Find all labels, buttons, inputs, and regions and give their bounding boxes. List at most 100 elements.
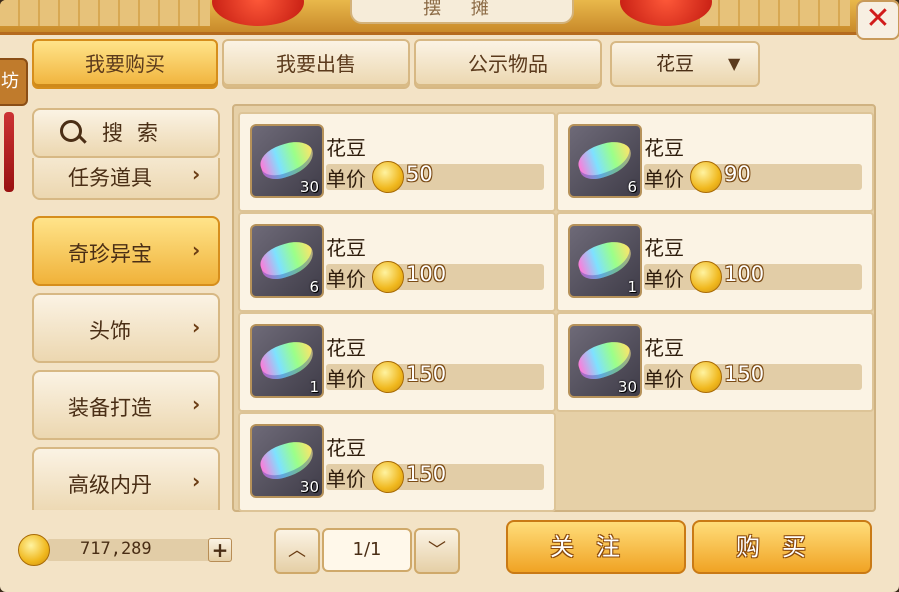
tab-sell[interactable]: 我要出售 bbox=[222, 39, 410, 89]
item-thumbnail: 1 bbox=[568, 224, 642, 298]
bean-icon bbox=[256, 436, 318, 484]
price-label: 单价 bbox=[644, 167, 684, 191]
listings-grid: 30 花豆 单价 50 6 花豆 单价 90 6 花豆 单价 100 1 花豆 单价 1… bbox=[232, 104, 876, 512]
bean-icon bbox=[256, 236, 318, 284]
chevron-right-icon: › bbox=[192, 315, 201, 339]
chevron-right-icon: › bbox=[192, 392, 201, 416]
category-list[interactable]: 任务道具 › 奇珍异宝 › 头饰 › 装备打造 › 高级内丹 › bbox=[30, 158, 222, 510]
item-name: 花豆 bbox=[644, 236, 684, 260]
caret-down-icon: ▼ bbox=[728, 54, 741, 73]
coin-icon bbox=[18, 534, 50, 566]
item-quantity: 6 bbox=[627, 178, 637, 196]
follow-button[interactable]: 关注 bbox=[506, 520, 686, 574]
price-value: 100 bbox=[724, 262, 765, 286]
coin-icon bbox=[372, 361, 404, 393]
chevron-right-icon: › bbox=[192, 162, 201, 186]
coin-icon bbox=[690, 161, 722, 193]
listing-card[interactable]: 30 花豆 单价 50 bbox=[238, 112, 556, 212]
price-label: 单价 bbox=[644, 267, 684, 291]
bean-icon bbox=[574, 236, 636, 284]
lantern-left bbox=[212, 0, 304, 26]
coin-icon bbox=[372, 461, 404, 493]
price-label: 单价 bbox=[644, 367, 684, 391]
tab-buy[interactable]: 我要购买 bbox=[32, 39, 218, 89]
price-row: 单价 90 bbox=[644, 161, 862, 193]
chevron-down-icon[interactable]: ﹀ bbox=[428, 540, 446, 561]
shop-badge: 坊 bbox=[0, 58, 28, 106]
prev-page-button[interactable]: ︿ bbox=[274, 528, 320, 574]
category-label: 装备打造 bbox=[68, 396, 152, 420]
price-value: 50 bbox=[406, 162, 433, 186]
chevron-up-icon[interactable]: ︿ bbox=[288, 540, 306, 561]
coin-icon bbox=[690, 261, 722, 293]
price-row: 单价 50 bbox=[326, 161, 544, 193]
filter-value: 花豆 bbox=[656, 53, 695, 75]
roof-decoration-right bbox=[700, 0, 850, 26]
roof-decoration-left bbox=[0, 0, 210, 26]
price-row: 单价 100 bbox=[326, 261, 544, 293]
window-title: 摆 摊 bbox=[350, 0, 574, 24]
item-thumbnail: 30 bbox=[250, 424, 324, 498]
search-icon bbox=[60, 120, 82, 142]
listing-card[interactable]: 1 花豆 单价 150 bbox=[238, 312, 556, 412]
item-quantity: 1 bbox=[309, 378, 319, 396]
search-button[interactable]: 搜索 bbox=[32, 108, 220, 158]
top-banner: 摆 摊 bbox=[0, 0, 899, 35]
page-indicator: 1/1 bbox=[322, 528, 412, 572]
item-quantity: 6 bbox=[309, 278, 319, 296]
listing-card[interactable]: 30 花豆 单价 150 bbox=[556, 312, 874, 412]
price-row: 单价 150 bbox=[326, 361, 544, 393]
listing-card[interactable]: 6 花豆 单价 100 bbox=[238, 212, 556, 312]
category-item-treasures[interactable]: 奇珍异宝 › bbox=[32, 216, 220, 286]
listing-card[interactable]: 30 花豆 单价 150 bbox=[238, 412, 556, 512]
price-label: 单价 bbox=[326, 367, 366, 391]
price-value: 150 bbox=[406, 362, 447, 386]
price-value: 100 bbox=[406, 262, 447, 286]
item-quantity: 30 bbox=[299, 478, 319, 496]
tab-public-items[interactable]: 公示物品 bbox=[414, 39, 602, 89]
item-quantity: 30 bbox=[299, 178, 319, 196]
item-name: 花豆 bbox=[326, 436, 366, 460]
category-label: 任务道具 bbox=[68, 166, 152, 190]
category-item-equipment-crafting[interactable]: 装备打造 › bbox=[32, 370, 220, 440]
category-label: 头饰 bbox=[89, 319, 131, 343]
item-thumbnail: 6 bbox=[250, 224, 324, 298]
item-name: 花豆 bbox=[326, 336, 366, 360]
price-label: 单价 bbox=[326, 167, 366, 191]
category-item-headwear[interactable]: 头饰 › bbox=[32, 293, 220, 363]
search-label: 搜索 bbox=[102, 121, 172, 145]
bean-icon bbox=[256, 136, 318, 184]
price-label: 单价 bbox=[326, 267, 366, 291]
price-row: 单价 150 bbox=[326, 461, 544, 493]
tassel-decoration bbox=[4, 112, 14, 192]
category-item-advanced-core[interactable]: 高级内丹 › bbox=[32, 447, 220, 510]
bean-icon bbox=[574, 136, 636, 184]
item-thumbnail: 30 bbox=[250, 124, 324, 198]
item-name: 花豆 bbox=[326, 136, 366, 160]
listing-card[interactable]: 1 花豆 单价 100 bbox=[556, 212, 874, 312]
close-button[interactable]: ✕ bbox=[856, 0, 899, 40]
bean-icon bbox=[256, 336, 318, 384]
next-page-button[interactable]: ﹀ bbox=[414, 528, 460, 574]
price-row: 单价 100 bbox=[644, 261, 862, 293]
price-value: 90 bbox=[724, 162, 751, 186]
price-row: 单价 150 bbox=[644, 361, 862, 393]
item-name: 花豆 bbox=[644, 336, 684, 360]
category-item-quest-items[interactable]: 任务道具 › bbox=[32, 158, 220, 200]
item-quantity: 30 bbox=[617, 378, 637, 396]
chevron-right-icon: › bbox=[192, 469, 201, 493]
buy-button[interactable]: 购买 bbox=[692, 520, 872, 574]
currency-balance: 717,289 + bbox=[18, 534, 232, 566]
close-icon[interactable]: ✕ bbox=[865, 1, 890, 36]
category-label: 奇珍异宝 bbox=[68, 242, 152, 266]
add-currency-button[interactable]: + bbox=[208, 538, 232, 562]
item-filter-select[interactable]: 花豆 ▼ bbox=[610, 41, 760, 87]
stall-window: 摆 摊 ✕ 坊 我要购买 我要出售 公示物品 花豆 ▼ 搜索 任务道具 › 奇珍… bbox=[0, 0, 899, 592]
coin-icon bbox=[690, 361, 722, 393]
item-thumbnail: 6 bbox=[568, 124, 642, 198]
item-name: 花豆 bbox=[326, 236, 366, 260]
listing-card[interactable]: 6 花豆 单价 90 bbox=[556, 112, 874, 212]
chevron-right-icon: › bbox=[192, 238, 201, 262]
item-thumbnail: 30 bbox=[568, 324, 642, 398]
bean-icon bbox=[574, 336, 636, 384]
